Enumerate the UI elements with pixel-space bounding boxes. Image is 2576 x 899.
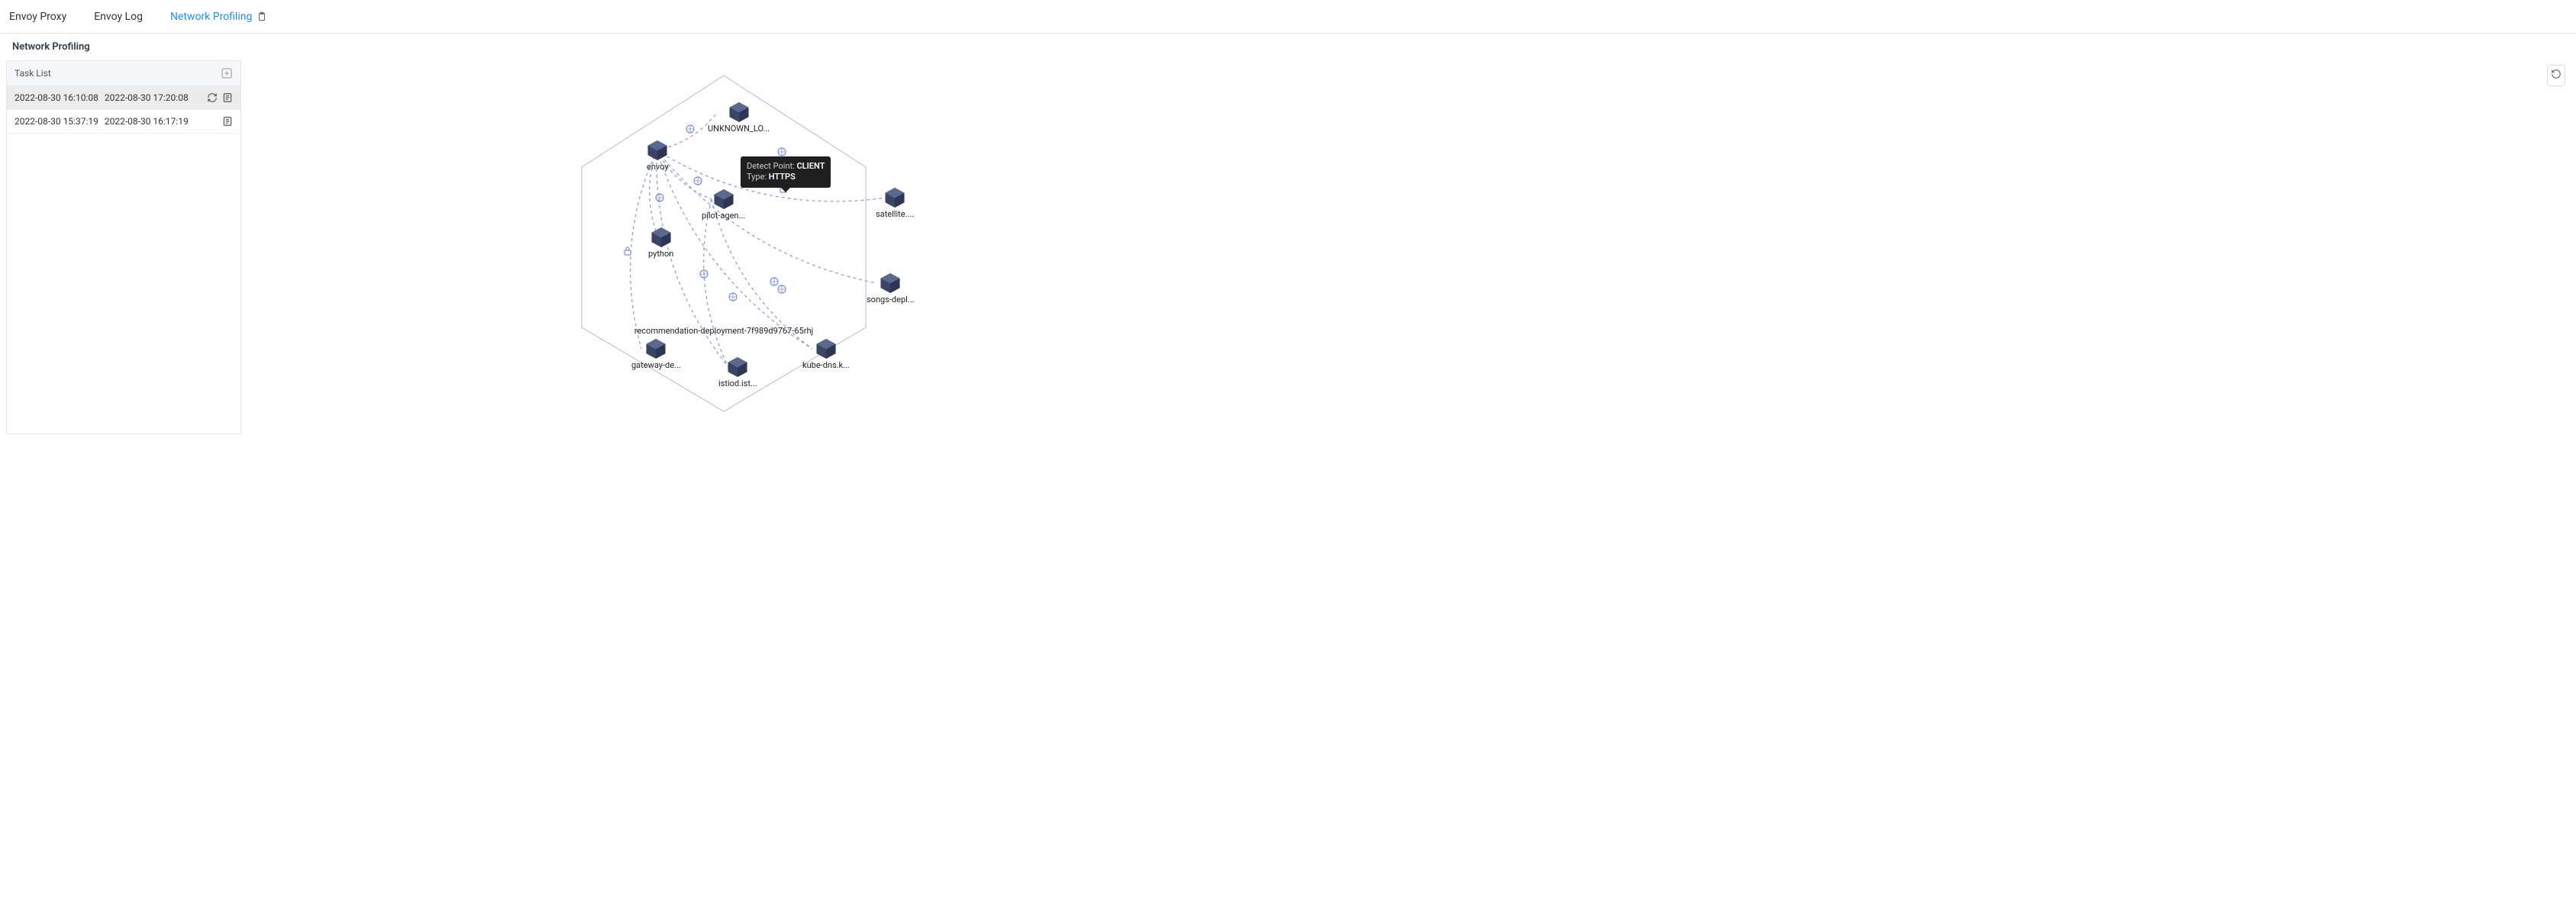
node-envoy[interactable]: envoy [647,140,669,172]
topology-graph[interactable]: recommendation-deployment-7f989d9767-65r… [247,60,2570,434]
node-label: UNKNOWN_LO... [708,124,770,134]
node-istiod[interactable]: istiod.ist... [718,357,757,388]
tab-envoy-proxy[interactable]: Envoy Proxy [9,11,66,23]
task-start: 2022-08-30 15:37:19 [15,116,98,127]
tabs-bar: Envoy Proxy Envoy Log Network Profiling [0,0,2576,34]
cube-icon [728,357,747,377]
cube-icon [714,189,734,209]
task-row[interactable]: 2022-08-30 16:10:08 2022-08-30 17:20:08 [7,86,240,110]
edge[interactable] [704,199,728,367]
globe-icon [778,285,786,293]
edge-tooltip: Detect Point: CLIENT Type: HTTPS [741,156,831,188]
tooltip-label: Type: [747,172,767,182]
reset-layout-icon[interactable] [2551,69,2561,79]
globe-icon [686,125,694,133]
node-label: satellite.... [876,209,914,219]
globe-icon [729,293,737,301]
tab-envoy-log[interactable]: Envoy Log [94,11,143,23]
edge[interactable] [657,150,728,367]
add-task-icon[interactable] [221,67,233,79]
cube-icon [729,102,749,122]
graph-svg-layer: recommendation-deployment-7f989d9767-65r… [247,60,1164,434]
globe-icon [770,278,778,285]
globe-icon [700,270,708,278]
globe-icon [694,177,702,185]
tab-label: Network Profiling [170,11,252,23]
node-label: songs-depl... [867,295,915,304]
node-unknown[interactable]: UNKNOWN_LO... [708,102,770,134]
hexagon-label: recommendation-deployment-7f989d9767-65r… [634,326,813,336]
task-start: 2022-08-30 16:10:08 [15,92,98,103]
node-songs[interactable]: songs-depl... [867,273,915,304]
node-pilot[interactable]: pilot-agen... [702,189,745,221]
tooltip-label: Detect Point: [747,161,795,171]
task-list-panel: Task List 2022-08-30 16:10:08 2022-08-30… [6,60,241,434]
graph-toolbar [2547,65,2565,86]
node-satellite[interactable]: satellite.... [876,188,914,219]
node-label: kube-dns.k... [802,360,850,370]
node-label: istiod.ist... [718,379,757,388]
edge[interactable] [712,199,812,349]
tooltip-value: HTTPS [769,172,796,182]
detail-icon[interactable] [222,116,233,127]
cube-icon [880,273,900,293]
cube-icon [816,339,836,359]
task-row[interactable]: 2022-08-30 15:37:19 2022-08-30 16:17:19 [7,110,240,134]
task-list-header: Task List [7,61,240,86]
page-title: Network Profiling [0,34,2576,60]
globe-icon [656,194,663,201]
tooltip-value: CLIENT [796,161,825,171]
globe-icon [778,148,786,156]
refresh-icon[interactable] [207,92,218,103]
detail-icon[interactable] [222,92,233,103]
node-label: envoy [647,162,669,172]
cube-icon [647,140,667,160]
task-end: 2022-08-30 17:20:08 [105,92,189,103]
lock-icon [625,247,631,255]
node-label: gateway-de... [631,360,681,370]
node-label: pilot-agen... [702,211,745,221]
cube-icon [651,227,671,247]
tab-network-profiling[interactable]: Network Profiling [170,11,267,23]
node-label: python [648,249,673,259]
task-end: 2022-08-30 16:17:19 [105,116,189,127]
cube-icon [646,339,666,359]
node-gateway[interactable]: gateway-de... [631,339,681,370]
task-list-title: Task List [15,68,51,79]
cube-icon [885,188,905,208]
clipboard-icon [257,11,267,22]
node-python[interactable]: python [648,227,673,259]
node-kube[interactable]: kube-dns.k... [802,339,850,370]
